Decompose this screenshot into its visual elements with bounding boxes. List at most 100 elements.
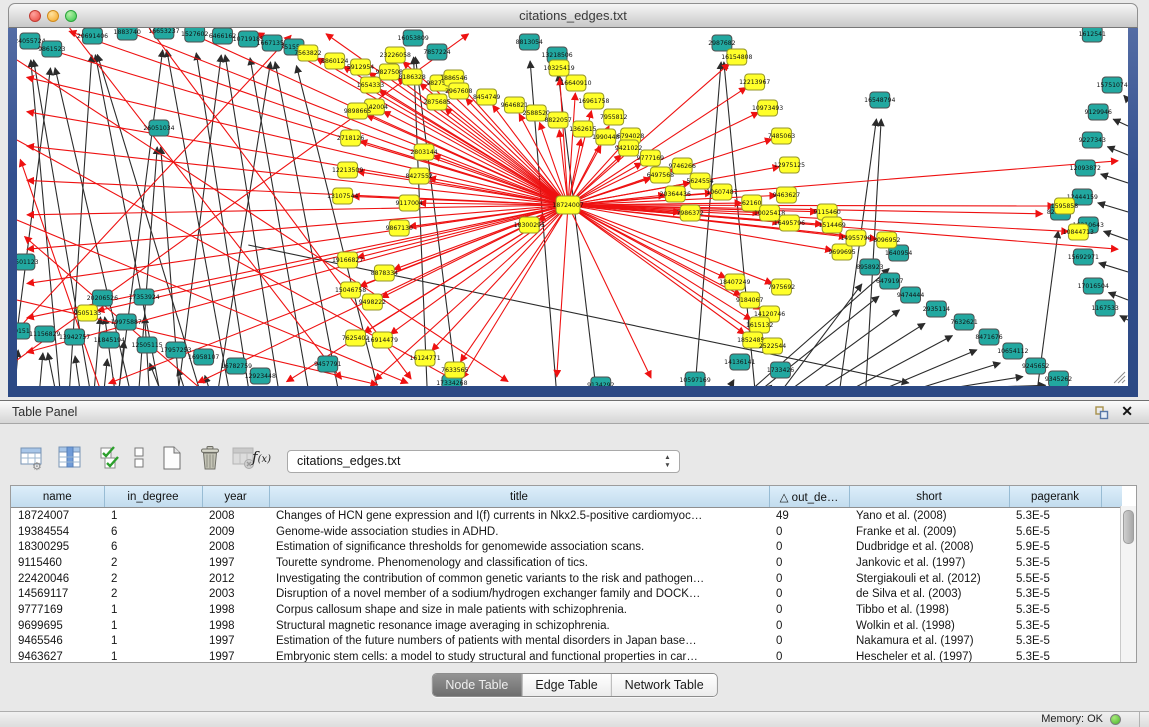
table-row[interactable]: 1938455462009Genome-wide association stu… (11, 524, 1122, 540)
table-cell: 49 (769, 508, 849, 524)
graph-node-label: 2522544 (759, 343, 786, 350)
table-row[interactable]: 969969511998Structural magnetic resonanc… (11, 618, 1122, 634)
graph-node-label: 16914479 (367, 337, 398, 344)
table-cell: 6 (104, 539, 202, 555)
column-header-name[interactable]: name (11, 486, 104, 508)
table-cell: 5.3E-5 (1009, 618, 1101, 634)
table-cell: 0 (769, 555, 849, 571)
graph-node-label: 5624554 (686, 178, 713, 185)
table-row[interactable]: 911546021997Tourette syndrome. Phenomeno… (11, 555, 1122, 571)
close-icon[interactable]: ✕ (1121, 403, 1133, 420)
graph-node-label: 20691406 (77, 33, 108, 40)
vertical-scrollbar[interactable] (1120, 506, 1136, 662)
table-row[interactable]: 2242004622012Investigating the contribut… (11, 571, 1122, 587)
row-height-icon[interactable] (126, 443, 148, 474)
graph-edge (1113, 119, 1128, 126)
table-cell: Stergiakouli et al. (2012) (849, 571, 1009, 587)
graph-node-label: 1514469 (818, 222, 845, 229)
scrollbar-thumb[interactable] (1123, 510, 1134, 544)
column-header-title[interactable]: title (269, 486, 769, 508)
column-header-year[interactable]: year (202, 486, 269, 508)
delete-table-icon[interactable] (194, 443, 226, 474)
graph-node-label: 9134292 (587, 382, 614, 386)
dropdown-stepper-icon[interactable]: ▲▼ (663, 454, 672, 470)
graph-node-label: 8860124 (321, 58, 348, 65)
graph-node-label: 9463627 (773, 192, 800, 199)
memory-status-icon[interactable] (1110, 714, 1121, 725)
table-cell: Embryonic stem cells: a model to study s… (269, 649, 769, 663)
graph-node-label: 2588520 (523, 110, 550, 117)
graph-edge (1101, 174, 1128, 183)
table-cell: 2003 (202, 586, 269, 602)
graph-node-label: 7986372 (676, 210, 703, 217)
table-row[interactable]: 946362711997Embryonic stem cells: a mode… (11, 649, 1122, 663)
graph-node-label: 26051034 (143, 125, 174, 132)
graph-node-label: 13107544 (327, 193, 358, 200)
tab-network-table[interactable]: Network Table (611, 674, 717, 696)
graph-node-label: 5912954 (347, 64, 374, 71)
network-graph[interactable]: 1872400724055724986152320691406188374016… (17, 28, 1128, 386)
function-builder-icon[interactable]: f(x) (252, 448, 282, 470)
resize-grip-icon[interactable] (1114, 372, 1125, 383)
graph-node-label: 19166827 (332, 257, 363, 264)
table-row[interactable]: 946554611997Estimation of the future num… (11, 634, 1122, 650)
create-table-icon[interactable] (156, 443, 188, 474)
graph-node-label: 11845194 (94, 337, 125, 344)
graph-edge (695, 62, 721, 386)
column-header-short[interactable]: short (849, 486, 1009, 508)
column-header-out_de[interactable]: △ out_de… (769, 486, 849, 508)
network-canvas[interactable]: 1872400724055724986152320691406188374016… (17, 28, 1128, 386)
table-cell: 0 (769, 602, 849, 618)
column-header-pagerank[interactable]: pagerank (1009, 486, 1101, 508)
graph-node-label: 2803144 (410, 149, 437, 156)
table-cell: 9777169 (11, 602, 104, 618)
table-settings-icon[interactable]: ⚙ (16, 443, 48, 474)
graph-node-label: 9457791 (314, 361, 341, 368)
select-columns-icon[interactable] (54, 443, 86, 474)
tab-edge-table[interactable]: Edge Table (521, 674, 610, 696)
table-cell: 1 (104, 634, 202, 650)
table-cell: 1998 (202, 618, 269, 634)
graph-edge (568, 205, 764, 340)
graph-edge (17, 350, 18, 386)
table-cell-filler (1101, 586, 1122, 602)
table-cell-filler (1101, 571, 1122, 587)
close-traffic-light-icon[interactable] (29, 10, 41, 22)
graph-node-label: 10607487 (706, 189, 737, 196)
column-header-in_degree[interactable]: in_degree (104, 486, 202, 508)
tab-node-table[interactable]: Node Table (432, 674, 521, 696)
graph-node-label: 7633565 (441, 367, 468, 374)
zoom-traffic-light-icon[interactable] (65, 10, 77, 22)
table-cell: Genome-wide association studies in ADHD. (269, 524, 769, 540)
graph-node-label: 1527602 (181, 31, 208, 38)
table-panel-header[interactable]: Table Panel ✕ (0, 400, 1149, 424)
table-cell: Disruption of a novel member of a sodium… (269, 586, 769, 602)
graph-node-label: 8186328 (398, 74, 425, 81)
network-window-titlebar[interactable]: citations_edges.txt (8, 3, 1138, 28)
graph-node-label: 7955812 (600, 114, 627, 121)
graph-node-label: 16053809 (398, 35, 429, 42)
statusbar-divider (1139, 712, 1140, 727)
graph-node-label: 9129946 (1085, 109, 1112, 116)
table-cell: 2009 (202, 524, 269, 540)
table-row[interactable]: 1456911722003Disruption of a novel membe… (11, 586, 1122, 602)
table-cell: 22420046 (11, 571, 104, 587)
graph-node-label: 12213509 (332, 167, 363, 174)
table-cell: 5.3E-5 (1009, 634, 1101, 650)
float-window-icon[interactable] (1095, 406, 1109, 420)
graph-node-label: 16782759 (221, 363, 252, 370)
table-selector-dropdown[interactable]: citations_edges.txt ▲▼ (287, 450, 680, 473)
table-cell: 14569117 (11, 586, 104, 602)
graph-node-label: 9115460 (814, 209, 841, 216)
table-row[interactable]: 1830029562008Estimation of significance … (11, 539, 1122, 555)
table-cell: 5.5E-5 (1009, 571, 1101, 587)
graph-node-label: 9699695 (828, 249, 855, 256)
table-cell: 19384554 (11, 524, 104, 540)
table-row[interactable]: 1872400712008Changes of HCN gene express… (11, 508, 1122, 524)
minimize-traffic-light-icon[interactable] (47, 10, 59, 22)
graph-edge (69, 31, 568, 205)
table-row[interactable]: 977716911998Corpus callosum shape and si… (11, 602, 1122, 618)
graph-node-label: 2967608 (445, 88, 472, 95)
row-selection-icon[interactable] (96, 443, 120, 474)
table-cell: 1997 (202, 634, 269, 650)
